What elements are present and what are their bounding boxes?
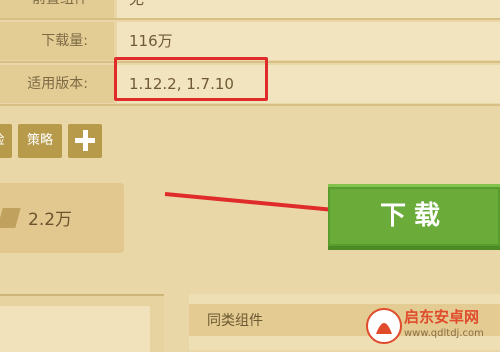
watermark-text: 启东安卓网 bbox=[404, 308, 480, 326]
left-panel bbox=[0, 294, 164, 352]
left-panel-inner bbox=[0, 306, 150, 352]
site-watermark: 启东安卓网 www.qdltdj.com bbox=[364, 304, 500, 350]
watermark-url: www.qdltdj.com bbox=[404, 328, 484, 339]
download-button[interactable]: 下载 bbox=[328, 184, 500, 250]
related-components-title: 同类组件 bbox=[207, 313, 263, 329]
watermark-logo-icon bbox=[366, 308, 402, 344]
download-label: 下载 bbox=[379, 201, 448, 231]
